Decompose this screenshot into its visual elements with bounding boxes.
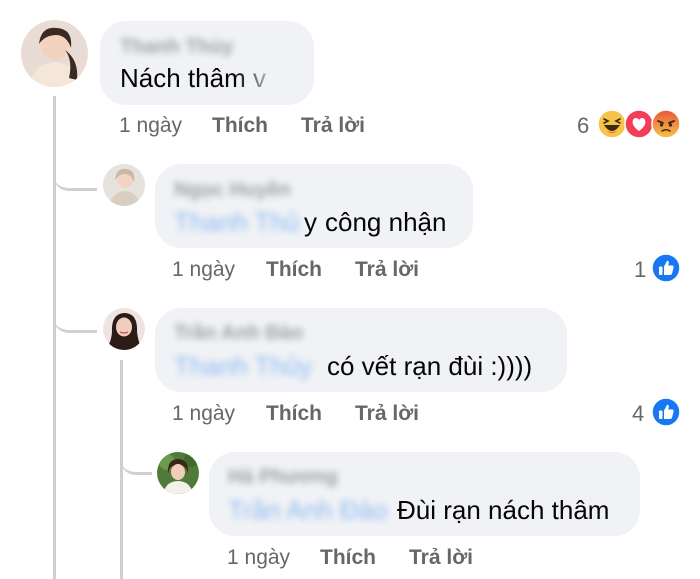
love-icon[interactable] — [624, 109, 654, 139]
text-fade — [236, 58, 306, 98]
comment-text: công nhận — [325, 207, 447, 237]
reply-button[interactable]: Trả lời — [355, 402, 419, 426]
reply-button[interactable]: Trả lời — [355, 258, 419, 282]
mention-link[interactable]: Thanh Thủ — [174, 207, 299, 238]
mention-link[interactable]: Thanh Thủy — [174, 351, 312, 382]
avatar[interactable] — [103, 164, 145, 206]
like-button[interactable]: Thích — [320, 546, 376, 570]
reaction-count[interactable]: 6 — [577, 113, 589, 139]
comment-text: có vết rạn đùi :)))) — [327, 351, 533, 381]
comment-time[interactable]: 1 ngày — [227, 546, 290, 570]
comment-time[interactable]: 1 ngày — [119, 114, 182, 138]
reply-button[interactable]: Trả lời — [409, 546, 473, 570]
mention-link[interactable]: Trần Anh Đào — [228, 495, 387, 526]
mention-link-end[interactable]: y — [304, 207, 317, 238]
like-icon[interactable] — [651, 253, 681, 283]
avatar[interactable] — [103, 308, 145, 350]
haha-icon[interactable] — [597, 109, 627, 139]
like-icon[interactable] — [651, 397, 681, 427]
thread-connector — [120, 438, 152, 475]
avatar[interactable] — [157, 452, 199, 494]
like-button[interactable]: Thích — [266, 258, 322, 282]
angry-icon[interactable] — [651, 109, 681, 139]
thread-connector — [53, 292, 97, 333]
thread-connector — [53, 150, 97, 191]
avatar[interactable] — [21, 20, 88, 87]
reply-button[interactable]: Trả lời — [301, 114, 365, 138]
like-button[interactable]: Thích — [266, 402, 322, 426]
comment-time[interactable]: 1 ngày — [172, 402, 235, 426]
like-button[interactable]: Thích — [212, 114, 268, 138]
reaction-count[interactable]: 4 — [632, 401, 644, 427]
reaction-count[interactable]: 1 — [634, 257, 646, 283]
comment-author[interactable]: Ngọc Huyền — [174, 179, 291, 202]
comment-author[interactable]: Thanh Thủy — [120, 36, 233, 59]
comment-text: Đùi rạn nách thâm — [397, 495, 610, 525]
comment-author[interactable]: Trần Anh Đào — [174, 322, 303, 345]
comment-time[interactable]: 1 ngày — [172, 258, 235, 282]
thread-line-nested — [120, 360, 123, 579]
comment-author[interactable]: Hà Phương — [228, 466, 338, 489]
